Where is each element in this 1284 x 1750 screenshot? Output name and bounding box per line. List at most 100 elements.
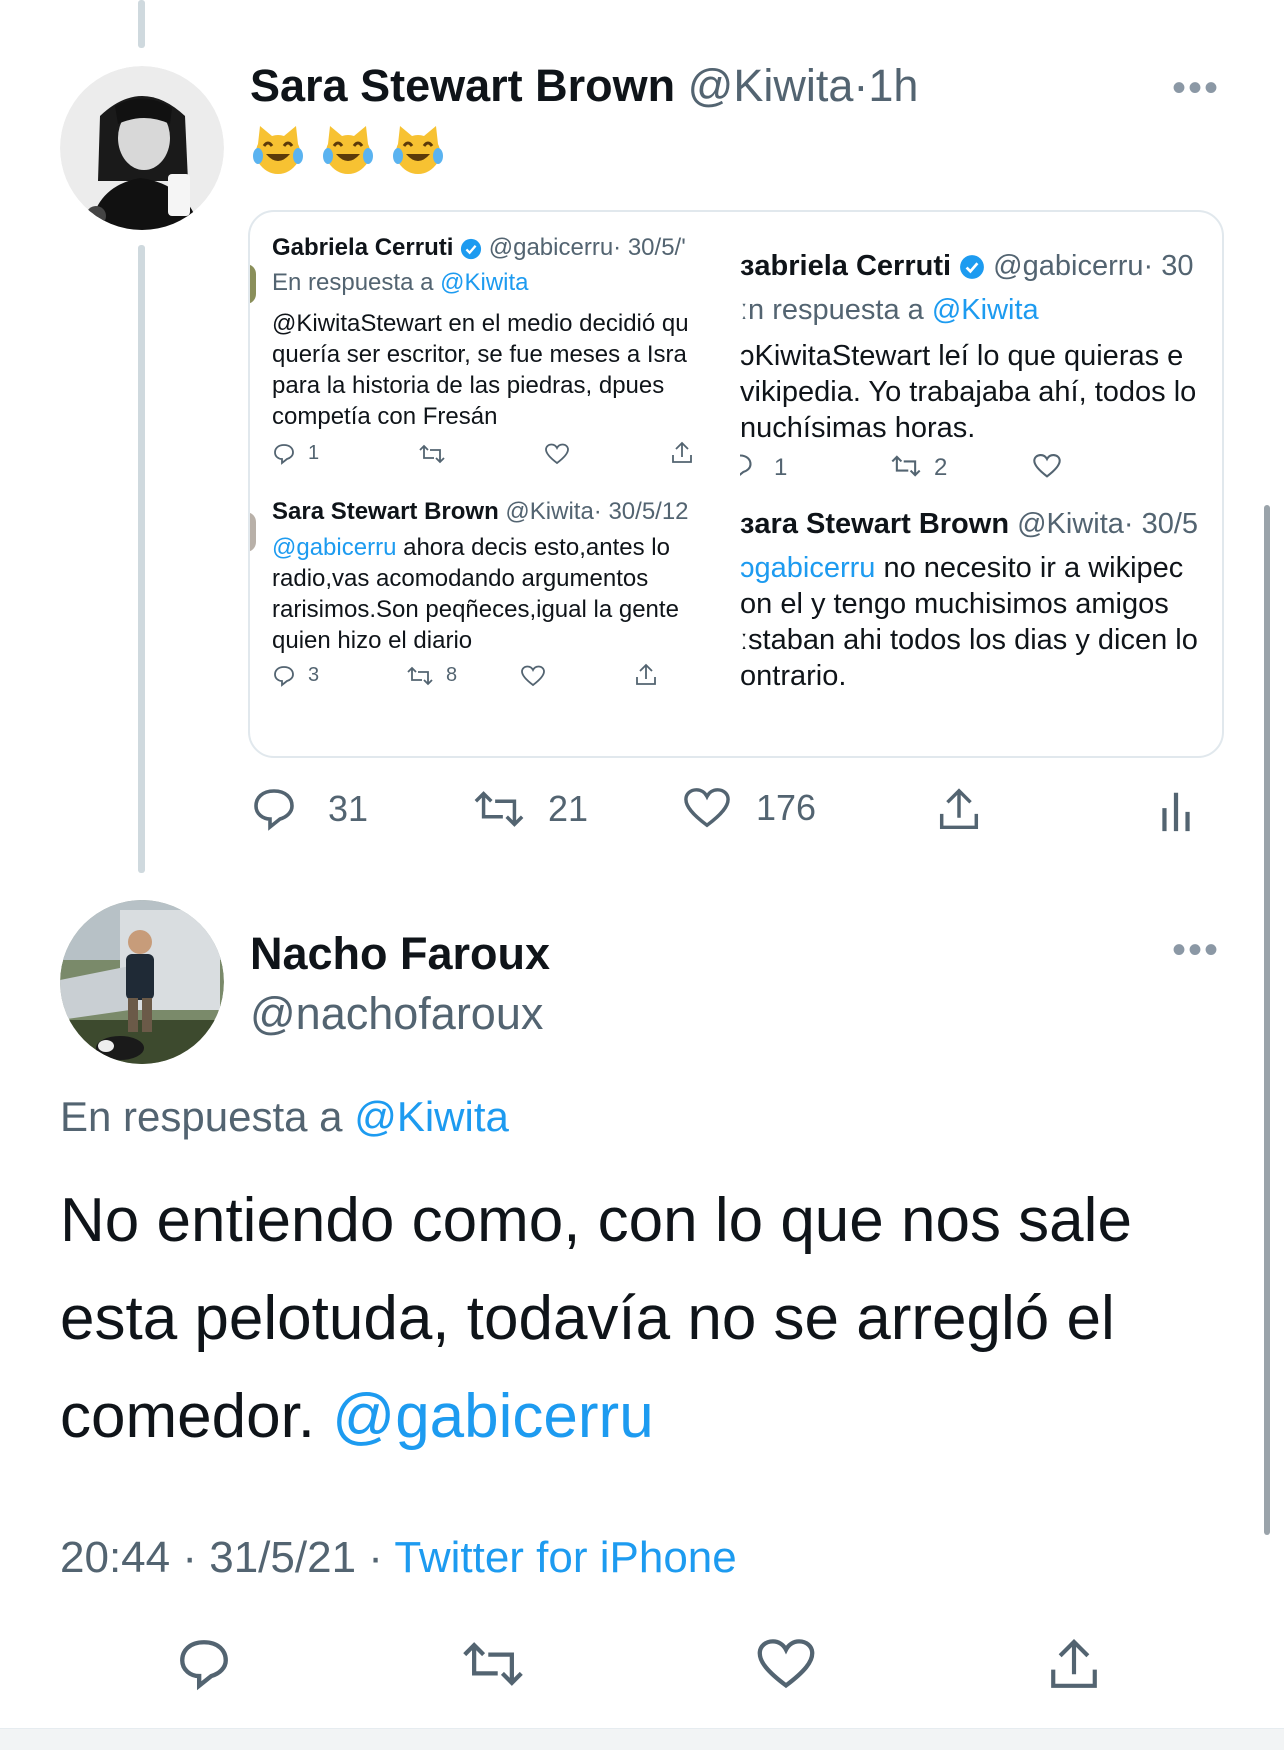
quoted-tweet-text: ᴐKiwitaStewart leí lo que quieras e viki…	[740, 338, 1196, 446]
quoted-actions: 1	[272, 440, 712, 470]
like-button[interactable]: 176	[682, 785, 816, 831]
retweet-button[interactable]: 21	[472, 785, 588, 833]
thread-line-top	[138, 0, 145, 48]
source-link[interactable]: Twitter for iPhone	[394, 1533, 736, 1582]
cat-tears-of-joy-icon	[393, 126, 443, 174]
quoted-tweet-text: ᴐgabicerru no necesito ir a wikipec on e…	[740, 550, 1198, 694]
quoted-author-name: Gabriela Cerruti	[272, 234, 454, 261]
retweet-button[interactable]	[460, 1635, 526, 1698]
reply-prefix: En respuesta a	[60, 1093, 343, 1140]
quoted-author-name: ɜabriela Cerruti	[740, 250, 952, 282]
reply-prefix: ːn respuesta a	[740, 294, 924, 326]
emoji-row	[250, 122, 446, 178]
text-line: @gabicerru ahora decis esto,antes lo	[272, 532, 679, 563]
reply-icon	[180, 1640, 228, 1691]
avatar-partial	[250, 512, 256, 552]
mention-link: ᴐgabicerru	[740, 552, 876, 584]
more-options-button[interactable]: •••	[1172, 928, 1220, 973]
tweet-meta: 20:44 · 31/5/21 · Twitter for iPhone	[60, 1533, 737, 1583]
quoted-author-handle: @Kiwita	[505, 498, 594, 525]
tweet-text: No entiendo como, con lo que nos sale es…	[60, 1172, 1240, 1466]
tweet1-header: Sara Stewart Brown @Kiwita·1h	[250, 60, 918, 112]
tweet2-actions	[0, 1635, 1284, 1705]
like-icon	[757, 1639, 815, 1689]
quoted-reply-to: ːn respuesta a @Kiwita	[740, 294, 1039, 327]
reply-icon	[274, 444, 294, 465]
reply-icon	[254, 789, 294, 831]
quoted-actions: 1 2	[740, 450, 1222, 484]
text-line: ontrario.	[740, 660, 847, 692]
text-line: ᴐgabicerru no necesito ir a wikipec	[740, 550, 1198, 586]
quoted-date: · 30	[1143, 250, 1194, 282]
reply-link: @Kiwita	[931, 294, 1039, 326]
reply-to-link[interactable]: @Kiwita	[354, 1093, 509, 1140]
text-fragment: ahora decis esto,antes lo	[396, 534, 670, 561]
mention-link[interactable]: @gabicerru	[332, 1382, 653, 1451]
reply-to: En respuesta a @Kiwita	[60, 1093, 509, 1141]
scrollbar[interactable]	[1264, 505, 1270, 1535]
retweet-count: 8	[446, 664, 458, 686]
analytics-icon	[1162, 792, 1190, 832]
quoted-tweet-header: Sara Stewart Brown @Kiwita· 30/5/12	[272, 498, 689, 526]
reply-icon	[274, 666, 294, 687]
text-line: quería ser escritor, se fue meses a Isra	[272, 341, 687, 368]
retweet-count: 2	[934, 454, 948, 481]
reply-button[interactable]	[175, 1635, 233, 1698]
author-handle[interactable]: @Kiwita	[688, 60, 854, 111]
like-icon	[545, 443, 569, 465]
text-line: on el y tengo muchisimos amigos	[740, 588, 1169, 620]
reply-button[interactable]: 31	[250, 785, 368, 833]
reply-count: 1	[308, 442, 320, 464]
text-line: No entiendo como, con lo que nos sale	[60, 1186, 1132, 1255]
text-line: para la historia de las piedras, dpues	[272, 372, 665, 399]
retweet-icon	[419, 444, 445, 464]
share-icon	[1051, 1638, 1097, 1688]
analytics-button[interactable]	[1158, 785, 1194, 835]
text-line: radio,vas acomodando argumentos	[272, 565, 649, 592]
separator: ·	[853, 60, 869, 111]
quoted-tweet-header: ɜara Stewart Brown @Kiwita· 30/5	[740, 508, 1198, 541]
quoted-author-handle: @gabicerru	[993, 250, 1144, 282]
cat-tears-of-joy-icon	[253, 126, 303, 174]
screenshot-right: ɜabriela Cerruti @gabicerru· 30 ːn respu…	[740, 212, 1222, 756]
quoted-author-name: Sara Stewart Brown	[272, 498, 499, 525]
share-button[interactable]	[1045, 1635, 1103, 1700]
quoted-date: · 30/5/12	[593, 498, 689, 525]
separator: ·	[368, 1533, 383, 1582]
avatar-nacho[interactable]	[60, 900, 224, 1064]
quoted-author-handle: @Kiwita	[1017, 508, 1124, 540]
text-line: ːstaban ahi todos los dias y dicen lo	[740, 624, 1198, 656]
avatar-sara[interactable]	[60, 66, 224, 230]
text-line: esta pelotuda, todavía no se arregló el	[60, 1284, 1115, 1353]
thread-line-middle	[138, 245, 145, 873]
like-button[interactable]	[755, 1635, 817, 1698]
text-line: competía con Fresán	[272, 403, 498, 430]
reply-link: @Kiwita	[440, 269, 529, 296]
share-button[interactable]	[935, 785, 983, 835]
quoted-tweet-header: ɜabriela Cerruti @gabicerru· 30	[740, 250, 1194, 283]
author-handle[interactable]: @nachofaroux	[250, 988, 543, 1040]
quoted-tweet-text: @KiwitaStewart en el medio decidió qu qu…	[272, 308, 689, 432]
like-count: 176	[756, 787, 817, 828]
tweet-date: 31/5/21	[209, 1533, 357, 1582]
reply-prefix: En respuesta a	[272, 269, 434, 296]
like-icon	[684, 788, 730, 828]
share-icon	[636, 663, 656, 685]
text-line: quien hizo el diario	[272, 627, 473, 654]
retweet-icon	[474, 791, 524, 827]
author-name[interactable]: Nacho Faroux	[250, 928, 550, 980]
tweet-time[interactable]: 1h	[868, 60, 918, 111]
next-item-divider	[0, 1728, 1284, 1750]
author-name[interactable]: Sara Stewart Brown	[250, 60, 675, 111]
text-line: @KiwitaStewart en el medio decidió qu	[272, 310, 689, 337]
quoted-tweet-header: Gabriela Cerruti @gabicerru· 30/5/'	[272, 234, 686, 262]
tweet-time: 20:44	[60, 1533, 171, 1582]
text-fragment: comedor.	[60, 1382, 316, 1451]
screenshot-left: Gabriela Cerruti @gabicerru· 30/5/' En r…	[250, 212, 740, 756]
attached-image[interactable]: Gabriela Cerruti @gabicerru· 30/5/' En r…	[248, 210, 1224, 758]
more-options-button[interactable]: •••	[1172, 66, 1220, 111]
text-line: rarisimos.Son peqñeces,igual la gente	[272, 596, 679, 623]
quoted-date: · 30/5/'	[613, 234, 686, 261]
quoted-tweet-text: @gabicerru ahora decis esto,antes lo rad…	[272, 532, 679, 656]
retweet-icon	[463, 1642, 523, 1686]
